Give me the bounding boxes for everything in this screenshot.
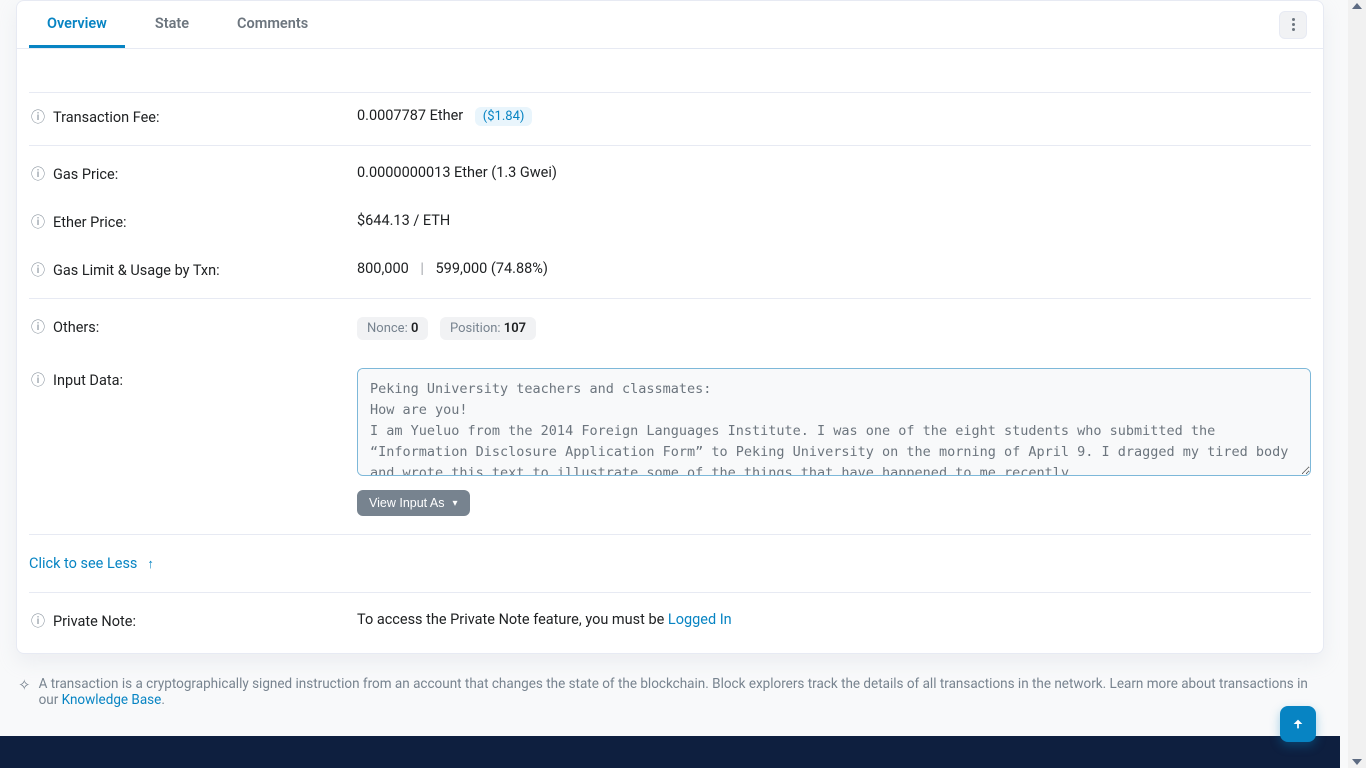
knowledge-base-link[interactable]: Knowledge Base	[62, 692, 162, 708]
row-transaction-fee: ⓘ Transaction Fee: 0.0007787 Ether ($1.8…	[29, 93, 1311, 141]
view-input-as-button[interactable]: View Input As ▾	[357, 490, 470, 516]
label-others: Others:	[53, 319, 99, 336]
value-gas-limit: 800,000	[357, 260, 409, 277]
label-input-data: Input Data:	[53, 372, 123, 389]
row-others: ⓘ Others: Nonce: 0 Position: 107	[29, 303, 1311, 354]
transaction-fee-usd-badge: ($1.84)	[475, 107, 533, 126]
help-icon[interactable]: ⓘ	[29, 611, 47, 631]
value-gas-price: 0.0000000013 Ether (1.3 Gwei)	[357, 164, 557, 181]
tab-state[interactable]: State	[137, 1, 207, 48]
lightbulb-icon: ✧	[18, 678, 31, 693]
row-private-note: ⓘ Private Note: To access the Private No…	[29, 597, 1311, 645]
help-icon[interactable]: ⓘ	[29, 107, 47, 127]
nonce-chip: Nonce: 0	[357, 317, 428, 340]
transaction-details-card: Overview State Comments ⓘ Transaction Fe…	[16, 0, 1324, 654]
label-private-note: Private Note:	[53, 613, 136, 630]
logged-in-link[interactable]: Logged In	[668, 611, 732, 628]
position-chip: Position: 107	[440, 317, 536, 340]
row-input-data: ⓘ Input Data: View Input As ▾	[29, 354, 1311, 530]
row-ether-price: ⓘ Ether Price: $644.13 / ETH	[29, 198, 1311, 246]
value-transaction-fee: 0.0007787 Ether	[357, 107, 463, 124]
scroll-up-arrow-icon	[1352, 3, 1362, 9]
page-footer	[0, 736, 1340, 768]
label-transaction-fee: Transaction Fee:	[53, 109, 160, 126]
label-gas-limit-usage: Gas Limit & Usage by Txn:	[53, 262, 220, 279]
help-icon[interactable]: ⓘ	[29, 317, 47, 337]
tab-comments[interactable]: Comments	[219, 1, 326, 48]
row-gas-limit-usage: ⓘ Gas Limit & Usage by Txn: 800,000 | 59…	[29, 246, 1311, 294]
scroll-to-top-button[interactable]	[1280, 706, 1316, 742]
chevron-down-icon: ▾	[453, 498, 458, 509]
value-gas-used: 599,000 (74.88%)	[436, 260, 548, 277]
value-ether-price: $644.13 / ETH	[357, 212, 450, 229]
tab-overview[interactable]: Overview	[29, 1, 125, 48]
row-gas-price: ⓘ Gas Price: 0.0000000013 Ether (1.3 Gwe…	[29, 150, 1311, 198]
help-icon[interactable]: ⓘ	[29, 164, 47, 184]
value-private-note: To access the Private Note feature, you …	[357, 611, 1311, 628]
truncated-content-above	[29, 49, 1311, 93]
gas-separator: |	[412, 260, 432, 277]
help-icon[interactable]: ⓘ	[29, 260, 47, 280]
footer-info-note: ✧ A transaction is a cryptographically s…	[0, 666, 1340, 736]
more-actions-button[interactable]	[1279, 11, 1307, 39]
arrow-up-icon: ↑	[147, 556, 154, 572]
label-gas-price: Gas Price:	[53, 166, 118, 183]
browser-scrollbar[interactable]	[1348, 0, 1366, 768]
click-to-see-less[interactable]: Click to see Less ↑	[29, 539, 154, 588]
label-ether-price: Ether Price:	[53, 214, 127, 231]
arrow-up-icon	[1291, 717, 1305, 731]
scroll-down-arrow-icon	[1352, 759, 1362, 765]
tab-header: Overview State Comments	[17, 1, 1323, 49]
help-icon[interactable]: ⓘ	[29, 212, 47, 232]
help-icon[interactable]: ⓘ	[29, 370, 47, 390]
input-data-textarea[interactable]	[357, 368, 1311, 476]
